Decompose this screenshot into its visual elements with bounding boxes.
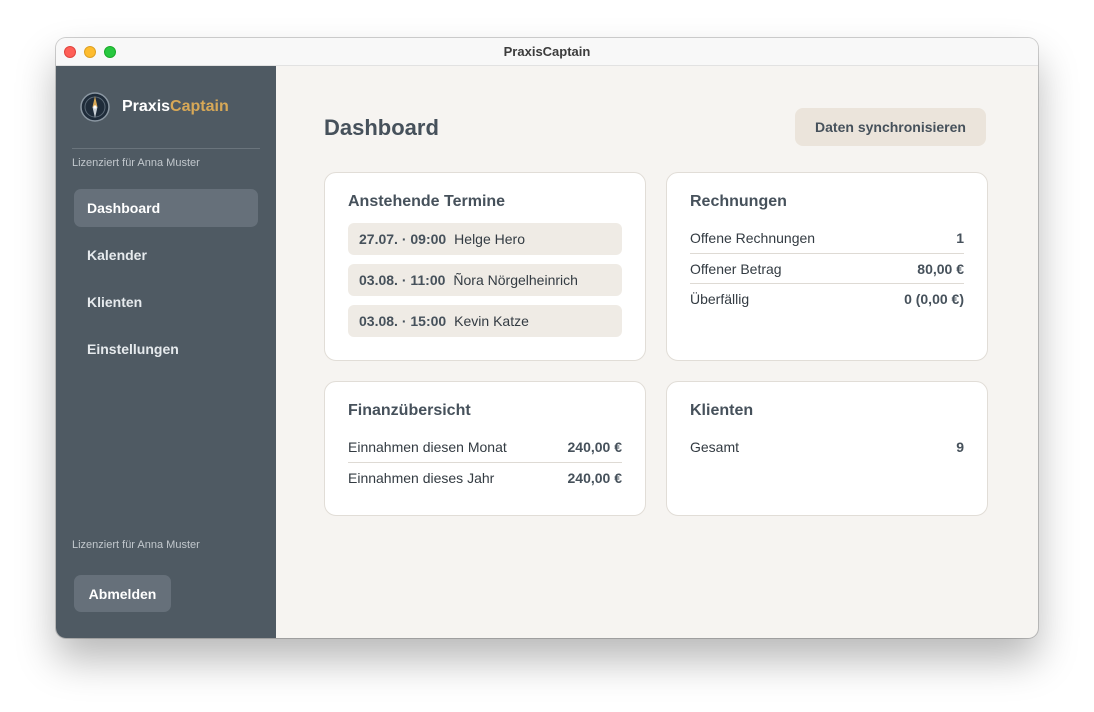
zoom-window-button[interactable] [104,46,116,58]
window-title: PraxisCaptain [503,44,591,59]
sidebar-item-einstellungen[interactable]: Einstellungen [74,330,258,368]
stat-row: Offener Betrag 80,00 € [690,253,964,283]
stat-row: Einnahmen dieses Jahr 240,00 € [348,462,622,492]
window-controls [64,46,116,58]
license-label-top: Lizenziert für Anna Muster [72,157,200,169]
sync-data-button[interactable]: Daten synchronisieren [795,108,986,146]
stat-label: Offener Betrag [690,260,782,277]
stat-label: Einnahmen diesen Monat [348,439,507,455]
logout-button[interactable]: Abmelden [74,575,171,612]
appointment-item[interactable]: 03.08. · 15:00 Kevin Katze [348,305,622,337]
brand: PraxisCaptain [80,92,229,122]
title-bar: PraxisCaptain [56,38,1038,66]
clients-card: Klienten Gesamt 9 [666,381,988,516]
brand-name-part2: Captain [170,98,229,115]
card-title: Rechnungen [690,193,787,210]
invoices-card: Rechnungen Offene Rechnungen 1 Offener B… [666,172,988,361]
stat-row: Überfällig 0 (0,00 €) [690,283,964,313]
sidebar: PraxisCaptain Lizenziert für Anna Muster… [56,66,276,638]
minimize-window-button[interactable] [84,46,96,58]
page-title: Dashboard [324,115,439,140]
appointment-time: 27.07. · 09:00 [359,231,447,247]
card-title: Anstehende Termine [348,193,506,210]
stat-value: 0 (0,00 €) [904,290,964,307]
card-title: Finanzübersicht [348,402,471,419]
appointments-card: Anstehende Termine 27.07. · 09:00 Helge … [324,172,646,361]
appointment-time: 03.08. · 11:00 [359,272,446,288]
appointment-item[interactable]: 27.07. · 09:00 Helge Hero [348,223,622,255]
brand-name: PraxisCaptain [122,98,229,116]
stat-label: Offene Rechnungen [690,230,816,246]
appointment-client: Ñora Nörgelheinrich [453,272,578,288]
sidebar-item-kalender[interactable]: Kalender [74,236,258,274]
stat-label: Überfällig [690,290,750,307]
stat-value: 9 [956,439,964,455]
app-window: PraxisCaptain PraxisCaptain Lizenziert f… [56,38,1038,638]
finance-card: Finanzübersicht Einnahmen diesen Monat 2… [324,381,646,516]
stat-row: Gesamt 9 [690,432,964,462]
appointment-item[interactable]: 03.08. · 11:00 Ñora Nörgelheinrich [348,264,622,296]
stat-value: 1 [956,230,964,246]
brand-name-part1: Praxis [122,98,171,115]
license-label-bottom: Lizenziert für Anna Muster [72,539,200,551]
sidebar-item-klienten[interactable]: Klienten [74,283,258,321]
compass-icon [80,92,110,122]
stat-row: Einnahmen diesen Monat 240,00 € [348,432,622,462]
appointment-time: 03.08. · 15:00 [359,313,447,329]
sidebar-item-label: Einstellungen [87,341,179,357]
stat-row: Offene Rechnungen 1 [690,223,964,253]
sidebar-nav: Dashboard Kalender Klienten Einstellunge… [74,189,258,377]
appointment-client: Helge Hero [454,231,525,247]
sidebar-item-label: Dashboard [87,200,161,216]
stat-label: Gesamt [690,439,740,455]
stat-value: 80,00 € [917,260,964,277]
stat-label: Einnahmen dieses Jahr [348,469,495,486]
stat-value: 240,00 € [567,439,623,455]
sidebar-item-label: Kalender [87,247,147,263]
card-title: Klienten [690,402,754,419]
sidebar-item-label: Klienten [87,294,143,310]
appointment-client: Kevin Katze [454,313,529,329]
stat-value: 240,00 € [567,469,623,486]
main-content: Dashboard Daten synchronisieren Anstehen… [276,66,1038,638]
sidebar-item-dashboard[interactable]: Dashboard [74,189,258,227]
close-window-button[interactable] [64,46,76,58]
sidebar-divider [72,148,260,149]
